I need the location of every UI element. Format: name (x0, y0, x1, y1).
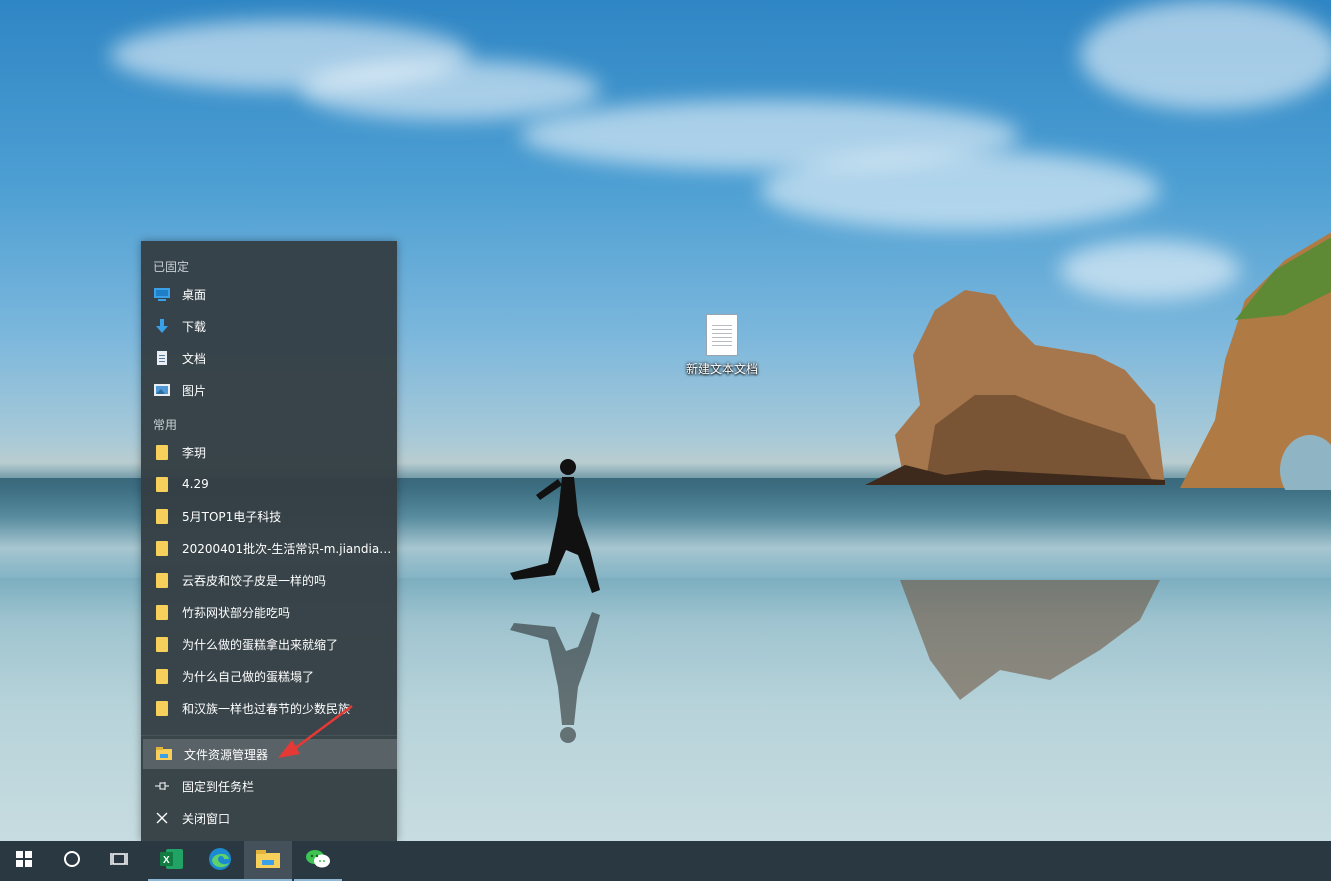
jumplist-item-frequent[interactable]: 4.29 (141, 469, 397, 499)
jumplist-item-desktop[interactable]: 桌面 (141, 279, 397, 309)
jumplist-action-pin-to-taskbar[interactable]: 固定到任务栏 (141, 771, 397, 801)
jumplist-item-frequent[interactable]: 为什么做的蛋糕拿出来就缩了 (141, 629, 397, 659)
task-view-icon (110, 851, 130, 871)
folder-icon (156, 476, 168, 492)
jumplist-action-label: 固定到任务栏 (182, 779, 255, 794)
rock-formation-right (1180, 232, 1331, 490)
folder-icon (156, 604, 168, 620)
close-icon (154, 810, 170, 826)
jumplist-item-label: 为什么做的蛋糕拿出来就缩了 (182, 637, 339, 652)
pinned-section-title: 已固定 (153, 260, 190, 274)
folder-icon (156, 668, 168, 684)
jumplist-item-label: 竹荪网状部分能吃吗 (182, 605, 291, 620)
jumplist-item-documents[interactable]: 文档 (141, 343, 397, 373)
wechat-icon (305, 848, 331, 874)
search-button[interactable] (48, 841, 96, 881)
pictures-icon (154, 382, 170, 398)
desktop-icon (154, 286, 170, 302)
jumplist-item-label: 下载 (182, 319, 207, 334)
frequent-section-title: 常用 (153, 418, 178, 432)
windows-logo-icon (16, 851, 32, 871)
desktop-file-label: 新建文本文档 (685, 362, 758, 376)
jumplist-item-frequent[interactable]: 5月TOP1电子科技 (141, 501, 397, 531)
edge-button[interactable] (196, 841, 244, 881)
taskbar: X (0, 841, 1331, 881)
download-icon (154, 318, 170, 334)
jumplist-item-label: 李玥 (182, 445, 207, 460)
rock-formation-left (865, 290, 1165, 485)
folder-icon (156, 444, 168, 460)
cloud (760, 150, 1160, 230)
jumplist-item-label: 4.29 (182, 477, 209, 491)
jumplist-item-label: 20200401批次-生活常识-m.jiandiao.... (182, 541, 396, 556)
folder-icon (156, 700, 168, 716)
task-view-button[interactable] (96, 841, 144, 881)
svg-text:X: X (163, 855, 170, 866)
file-explorer-button[interactable] (244, 841, 292, 881)
start-button[interactable] (0, 841, 48, 881)
document-icon (154, 350, 170, 366)
jumplist-item-downloads[interactable]: 下载 (141, 311, 397, 341)
jumplist-item-frequent[interactable]: 竹荪网状部分能吃吗 (141, 597, 397, 627)
jumplist-action-label: 关闭窗口 (182, 811, 231, 826)
edge-icon (208, 847, 232, 875)
jumplist-item-label: 图片 (182, 383, 207, 398)
excel-button[interactable]: X (148, 841, 196, 881)
rock-reflection (900, 580, 1160, 700)
jumplist-item-label: 为什么自己做的蛋糕塌了 (182, 669, 315, 684)
cloud (1080, 0, 1331, 110)
folder-icon (256, 849, 280, 873)
cloud (300, 60, 600, 120)
text-document-icon (706, 314, 738, 356)
jumplist-item-pictures[interactable]: 图片 (141, 375, 397, 405)
wechat-button[interactable] (294, 841, 342, 881)
jumplist-action-close-window[interactable]: 关闭窗口 (141, 803, 397, 833)
jumplist-item-frequent[interactable]: 李玥 (141, 437, 397, 467)
pin-icon (154, 778, 170, 794)
folder-icon (156, 636, 168, 652)
file-explorer-icon (156, 746, 172, 762)
jumplist-item-frequent[interactable]: 20200401批次-生活常识-m.jiandiao.... (141, 533, 397, 563)
desktop-file-new-text-document[interactable]: 新建文本文档 (680, 314, 764, 377)
annotation-arrow (278, 704, 353, 758)
jumplist-item-label: 文档 (182, 351, 207, 366)
jumplist-item-frequent[interactable]: 为什么自己做的蛋糕塌了 (141, 661, 397, 691)
jumplist-item-label: 5月TOP1电子科技 (182, 509, 282, 524)
jumplist-item-label: 云吞皮和饺子皮是一样的吗 (182, 573, 327, 588)
cortana-circle-icon (63, 850, 81, 872)
folder-icon (156, 540, 168, 556)
folder-icon (156, 508, 168, 524)
jumplist-item-frequent[interactable]: 云吞皮和饺子皮是一样的吗 (141, 565, 397, 595)
runner-silhouette (510, 459, 600, 743)
folder-icon (156, 572, 168, 588)
excel-icon: X (160, 848, 184, 874)
jumplist-item-label: 桌面 (182, 287, 207, 302)
